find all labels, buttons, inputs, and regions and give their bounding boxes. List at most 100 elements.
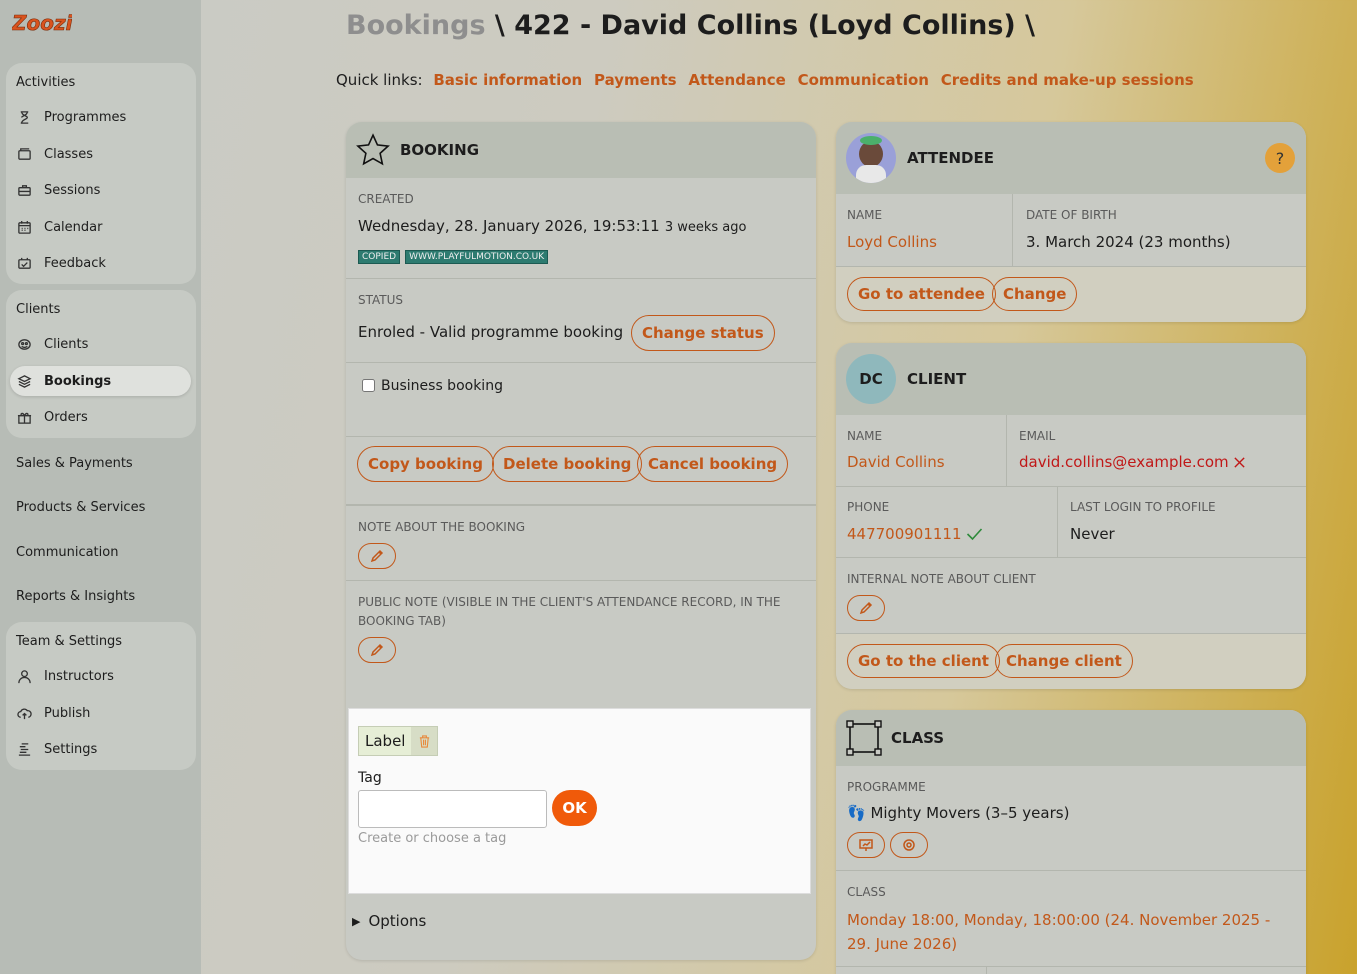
business-booking-checkbox[interactable] xyxy=(362,379,375,392)
sidebar-item-clients[interactable]: Clients xyxy=(10,329,191,359)
zoozi-logo[interactable]: Zoozi xyxy=(12,8,72,38)
label-chip-text: Label xyxy=(365,732,406,750)
public-note-label: PUBLIC NOTE (VISIBLE IN THE CLIENT'S ATT… xyxy=(358,595,781,628)
frame-icon xyxy=(846,720,882,756)
sidebar-item-programmes[interactable]: Programmes xyxy=(10,102,191,132)
sidebar-item-settings[interactable]: Settings xyxy=(10,734,191,764)
change-attendee-button[interactable]: Change xyxy=(992,277,1078,311)
copied-badge: COPIED xyxy=(358,250,401,264)
page-title: 422 - David Collins (Loyd Collins) xyxy=(514,10,1016,41)
copy-booking-button[interactable]: Copy booking xyxy=(357,446,494,482)
phone-label: PHONE xyxy=(847,500,890,514)
pencil-icon xyxy=(859,601,873,615)
cancel-booking-button[interactable]: Cancel booking xyxy=(637,446,789,482)
edit-booking-note-button[interactable] xyxy=(358,543,396,569)
phone-link[interactable]: 447700901111 xyxy=(847,525,962,543)
programme-preview-button[interactable] xyxy=(847,832,885,858)
sidebar-item-label: Settings xyxy=(44,741,98,757)
quick-link-communication[interactable]: Communication xyxy=(798,71,929,89)
sidebar-item-label: Instructors xyxy=(44,668,114,684)
sidebar-item-classes[interactable]: Classes xyxy=(10,139,191,169)
created-label: CREATED xyxy=(358,192,414,206)
user-icon xyxy=(16,668,32,684)
class-next-row xyxy=(836,966,1306,974)
client-card-title: CLIENT xyxy=(907,370,967,388)
breadcrumb-root-link[interactable]: Bookings xyxy=(346,10,486,41)
created-ago: 3 weeks ago xyxy=(664,220,747,235)
help-button[interactable]: ? xyxy=(1265,143,1295,173)
sidebar-item-label: Calendar xyxy=(44,219,103,235)
programme-settings-button[interactable] xyxy=(890,832,928,858)
client-info-row2: PHONE 447700901111 LAST LOGIN TO PROFILE… xyxy=(836,486,1306,558)
sidebar-item-products-services[interactable]: Products & Services xyxy=(16,500,145,515)
sidebar-item-label: Feedback xyxy=(44,255,106,271)
internal-note-section: INTERNAL NOTE ABOUT CLIENT xyxy=(836,557,1306,633)
breadcrumb: Bookings \ 422 - David Collins (Loyd Col… xyxy=(346,10,1036,41)
nav-heading-clients: Clients xyxy=(16,302,61,317)
edit-public-note-button[interactable] xyxy=(358,637,396,663)
quick-link-payments[interactable]: Payments xyxy=(594,71,677,89)
sidebar-item-label: Classes xyxy=(44,146,93,162)
client-name-link[interactable]: David Collins xyxy=(847,453,945,471)
sidebar-item-bookings[interactable]: Bookings xyxy=(10,366,191,396)
check-icon xyxy=(966,528,982,541)
dob-value: 3. March 2024 (23 months) xyxy=(1026,233,1231,251)
sidebar-item-sessions[interactable]: Sessions xyxy=(10,175,191,205)
sidebar-item-instructors[interactable]: Instructors xyxy=(10,661,191,691)
sidebar-item-label: Clients xyxy=(44,336,89,352)
programme-section: PROGRAMME 👣 Mighty Movers (3–5 years) xyxy=(836,766,1306,870)
attendee-name-link[interactable]: Loyd Collins xyxy=(847,233,937,251)
svg-text:Zoozi: Zoozi xyxy=(12,11,72,35)
client-card: DC CLIENT NAME David Collins EMAIL david… xyxy=(836,343,1306,689)
class-link[interactable]: Monday 18:00, Monday, 18:00:00 (24. Nove… xyxy=(847,908,1292,956)
created-value: Wednesday, 28. January 2026, 19:53:11 xyxy=(358,217,660,235)
sidebar-item-communication[interactable]: Communication xyxy=(16,545,118,560)
client-name-label: NAME xyxy=(847,429,883,443)
internal-note-label: INTERNAL NOTE ABOUT CLIENT xyxy=(847,572,1036,586)
star-icon xyxy=(356,133,390,166)
delete-booking-button[interactable]: Delete booking xyxy=(492,446,643,482)
sidebar-item-orders[interactable]: Orders xyxy=(10,402,191,432)
sidebar-item-publish[interactable]: Publish xyxy=(10,698,191,728)
sidebar-item-label: Programmes xyxy=(44,109,127,125)
sidebar-item-sales-payments[interactable]: Sales & Payments xyxy=(16,456,133,471)
quick-link-basic-information[interactable]: Basic information xyxy=(433,71,582,89)
status-value: Enroled - Valid programme booking xyxy=(358,323,624,341)
class-card-title: CLASS xyxy=(891,729,945,747)
tag-input[interactable] xyxy=(358,790,547,828)
nav-heading-activities: Activities xyxy=(16,75,76,90)
tag-ok-button[interactable]: OK xyxy=(552,790,597,826)
change-client-button[interactable]: Change client xyxy=(995,644,1133,678)
sidebar-item-reports-insights[interactable]: Reports & Insights xyxy=(16,589,135,604)
gift-icon xyxy=(16,409,32,425)
attendee-actions: Go to attendee Change xyxy=(836,266,1306,322)
quick-link-credits[interactable]: Credits and make-up sessions xyxy=(941,71,1194,89)
layers-icon xyxy=(16,373,32,389)
booking-card: BOOKING CREATED Wednesday, 28. January 2… xyxy=(346,122,816,960)
sidebar-item-label: Bookings xyxy=(44,373,112,389)
sidebar: Zoozi Activities Programmes Classes Sess… xyxy=(0,0,201,974)
go-to-attendee-button[interactable]: Go to attendee xyxy=(847,277,996,311)
edit-internal-note-button[interactable] xyxy=(847,595,885,621)
class-section: CLASS Monday 18:00, Monday, 18:00:00 (24… xyxy=(836,870,1306,966)
change-status-button[interactable]: Change status xyxy=(631,315,775,351)
sidebar-item-label: Publish xyxy=(44,705,91,721)
delete-label-button[interactable] xyxy=(411,727,438,755)
last-login-label: LAST LOGIN TO PROFILE xyxy=(1070,500,1216,514)
go-to-client-button[interactable]: Go to the client xyxy=(847,644,1000,678)
email-link[interactable]: david.collins@example.com xyxy=(1019,453,1229,471)
sidebar-item-calendar[interactable]: Calendar xyxy=(10,212,191,242)
quick-link-attendance[interactable]: Attendance xyxy=(688,71,785,89)
settings-icon xyxy=(16,741,32,757)
booking-card-header: BOOKING xyxy=(346,122,816,178)
tag-hint: Create or choose a tag xyxy=(358,831,507,846)
status-section: STATUS Enroled - Valid programme booking… xyxy=(346,278,816,362)
trash-icon xyxy=(419,734,430,748)
feedback-icon xyxy=(16,255,32,271)
email-label: EMAIL xyxy=(1019,429,1056,443)
programme-value: 👣 Mighty Movers (3–5 years) xyxy=(847,804,1070,822)
sidebar-item-feedback[interactable]: Feedback xyxy=(10,248,191,278)
presentation-icon xyxy=(859,839,873,851)
sidebar-item-label: Orders xyxy=(44,409,88,425)
options-toggle[interactable]: ▶ Options xyxy=(352,912,426,930)
